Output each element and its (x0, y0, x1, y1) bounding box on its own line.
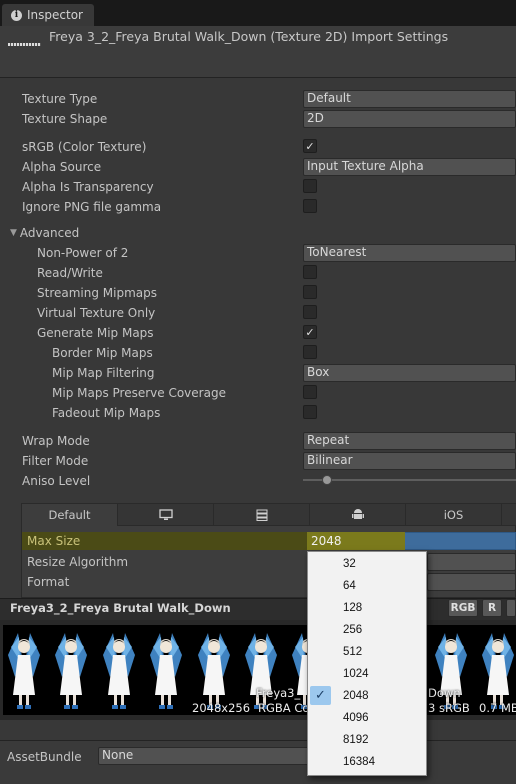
option-8192[interactable]: 8192 (309, 730, 426, 750)
preview-info-format: RGBA Co (258, 701, 310, 715)
npot-label: Non-Power of 2 (37, 246, 129, 260)
option-16384[interactable]: 16384 (309, 752, 426, 772)
tab-platform-default[interactable]: Default (22, 504, 118, 526)
virtual-texture-label: Virtual Texture Only (37, 306, 156, 320)
option-1024[interactable]: 1024 (309, 664, 426, 684)
option-64[interactable]: 64 (309, 576, 426, 596)
tab-inspector[interactable]: i Inspector (2, 4, 94, 26)
npot-dropdown[interactable]: ToNearest (303, 244, 516, 262)
texture-shape-label: Texture Shape (22, 112, 108, 126)
tab-platform-standalone[interactable] (118, 504, 214, 526)
wrap-mode-dropdown[interactable]: Repeat (303, 432, 516, 450)
alpha-source-label: Alpha Source (22, 160, 102, 174)
preview-info-name-right: Down (428, 686, 461, 700)
mipmap-filtering-dropdown[interactable]: Box (303, 364, 516, 382)
resize-algorithm-label: Resize Algorithm (27, 555, 129, 569)
format-dropdown[interactable] (427, 573, 516, 591)
filter-mode-label: Filter Mode (22, 454, 89, 468)
selected-checkmark-icon: ✓ (310, 686, 331, 705)
virtual-texture-checkbox[interactable] (303, 305, 317, 319)
alpha-source-dropdown[interactable]: Input Texture Alpha (303, 158, 516, 176)
preserve-coverage-checkbox[interactable] (303, 385, 317, 399)
fadeout-mipmaps-checkbox[interactable] (303, 405, 317, 419)
preview-info-memory: 0.7 MB (479, 701, 516, 715)
preview-info-colorspace: 3 sRGB (428, 701, 470, 715)
wrap-mode-label: Wrap Mode (22, 434, 90, 448)
tab-platform-server[interactable] (214, 504, 310, 526)
texture-thumbnail (8, 43, 41, 46)
max-size-value: 2048 (311, 534, 342, 548)
border-mipmaps-checkbox[interactable] (303, 345, 317, 359)
checkmark-icon: ✓ (305, 325, 315, 339)
ignore-png-gamma-label: Ignore PNG file gamma (22, 200, 162, 214)
tab-platform-more[interactable] (502, 504, 516, 526)
streaming-mipmaps-checkbox[interactable] (303, 285, 317, 299)
tab-platform-android[interactable] (310, 504, 406, 526)
preview-title: Freya3_2_Freya Brutal Walk_Down (10, 601, 231, 615)
preview-info-size: 2048x256 (192, 701, 251, 715)
texture-type-dropdown[interactable]: Default (303, 90, 516, 108)
generate-mipmaps-checkbox[interactable]: ✓ (303, 325, 317, 339)
preserve-coverage-label: Mip Maps Preserve Coverage (52, 386, 226, 400)
rgb-channel-button[interactable]: RGB (448, 599, 478, 617)
server-icon (256, 509, 267, 521)
generate-mipmaps-label: Generate Mip Maps (37, 326, 154, 340)
aniso-level-label: Aniso Level (22, 474, 91, 488)
asset-bundle-dropdown[interactable]: None (98, 747, 310, 765)
option-128[interactable]: 128 (309, 598, 426, 618)
mipmap-filtering-label: Mip Map Filtering (52, 366, 155, 380)
option-256[interactable]: 256 (309, 620, 426, 640)
border-mipmaps-label: Border Mip Maps (52, 346, 153, 360)
option-4096[interactable]: 4096 (309, 708, 426, 728)
foldout-arrow-icon: ▼ (10, 228, 17, 238)
alpha-transparency-label: Alpha Is Transparency (22, 180, 154, 194)
platform-tabs: Default iOS (22, 504, 516, 526)
aniso-slider-track[interactable] (303, 479, 516, 481)
preview-info-name-left: Freya3_ (256, 686, 301, 700)
read-write-label: Read/Write (37, 266, 103, 280)
tab-inspector-label: Inspector (27, 8, 83, 22)
advanced-label: Advanced (19, 226, 80, 240)
asset-bundle-label: AssetBundle (7, 750, 82, 764)
android-icon (351, 509, 364, 519)
header-title: Freya 3_2_Freya Brutal Walk_Down (Textur… (49, 29, 449, 44)
aniso-slider-knob[interactable] (322, 475, 332, 485)
texture-type-label: Texture Type (22, 92, 98, 106)
info-icon: i (11, 9, 22, 21)
tab-platform-ios[interactable]: iOS (406, 504, 502, 526)
read-write-checkbox[interactable] (303, 265, 317, 279)
streaming-mipmaps-label: Streaming Mipmaps (37, 286, 158, 300)
format-label: Format (27, 575, 70, 589)
option-32[interactable]: 32 (309, 554, 426, 574)
channel-button-more[interactable] (506, 599, 516, 617)
option-512[interactable]: 512 (309, 642, 426, 662)
fadeout-mipmaps-label: Fadeout Mip Maps (52, 406, 161, 420)
max-size-dropdown-menu: 32 64 128 256 512 1024 2048 4096 8192 16… (307, 551, 427, 776)
filter-mode-dropdown[interactable]: Bilinear (303, 452, 516, 470)
monitor-icon (158, 508, 173, 520)
resize-algorithm-dropdown[interactable] (427, 553, 516, 571)
checkmark-icon: ✓ (305, 139, 315, 153)
max-size-label: Max Size (27, 534, 81, 548)
srgb-checkbox[interactable]: ✓ (303, 139, 317, 153)
alpha-transparency-checkbox[interactable] (303, 179, 317, 193)
ignore-png-gamma-checkbox[interactable] (303, 199, 317, 213)
tab-platform-default-label: Default (48, 508, 91, 522)
srgb-label: sRGB (Color Texture) (22, 140, 147, 154)
advanced-foldout[interactable]: ▼ Advanced (10, 225, 79, 241)
tab-platform-ios-label: iOS (443, 507, 464, 522)
red-channel-button[interactable]: R (482, 599, 502, 617)
texture-shape-dropdown[interactable]: 2D (303, 110, 516, 128)
